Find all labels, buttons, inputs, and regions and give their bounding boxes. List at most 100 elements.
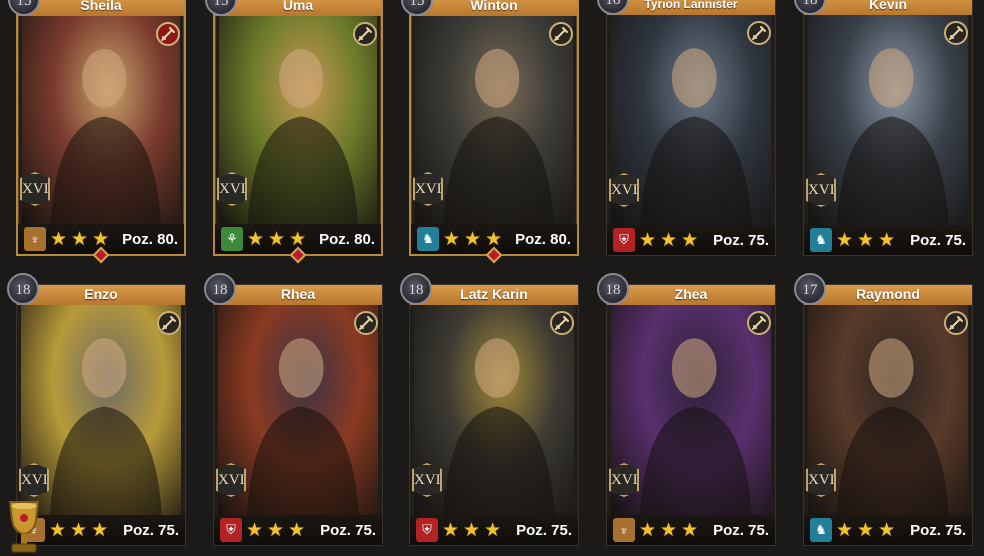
faction-icon: ♞ — [810, 518, 832, 542]
star-rating: ★ ★ ★ — [442, 521, 501, 540]
rank-badge: XVI — [412, 463, 442, 497]
sword-icon — [944, 21, 968, 45]
hero-power: Poz. 75. — [713, 231, 769, 249]
star-rating: ★ ★ ★ — [836, 521, 895, 540]
star-icon: ★ — [681, 519, 699, 541]
hero-name: Kevin — [804, 0, 972, 15]
sword-icon — [944, 311, 968, 335]
star-icon: ★ — [639, 519, 657, 541]
hero-card[interactable]: Latz Karin 18 XVI ⛨ ★ ★ ★ Poz. 75. — [400, 273, 579, 546]
star-rating: ★ ★ ★ — [836, 231, 895, 250]
hero-name: Raymond — [804, 285, 972, 305]
sword-icon — [549, 22, 573, 46]
hero-card[interactable]: Uma 15 XVI ⚘ ★ ★ ★ Poz. 80. — [205, 0, 383, 264]
star-icon: ★ — [463, 519, 481, 541]
hero-power: Poz. 75. — [320, 521, 376, 539]
star-icon: ★ — [660, 229, 678, 251]
rank-badge: XVI — [217, 172, 247, 206]
star-rating: ★ ★ ★ — [639, 231, 698, 250]
hero-power: Poz. 75. — [910, 521, 966, 539]
rank-badge: XVI — [806, 173, 836, 207]
faction-icon: ⛨ — [613, 228, 635, 252]
star-icon: ★ — [660, 519, 678, 541]
star-rating: ★ ★ ★ — [246, 521, 305, 540]
card-footer: ♆ ★ ★ ★ Poz. 75. — [607, 515, 775, 545]
hero-power: Poz. 75. — [910, 231, 966, 249]
rank-badge: XVI — [806, 463, 836, 497]
hero-card[interactable]: Kevin 18 XVI ♞ ★ ★ ★ Poz. 75. — [794, 0, 973, 256]
star-icon: ★ — [857, 519, 875, 541]
star-icon: ★ — [70, 519, 88, 541]
star-icon: ★ — [857, 229, 875, 251]
sword-icon — [156, 22, 180, 46]
hero-name: Uma — [215, 0, 381, 16]
rank-badge: XVI — [19, 463, 49, 497]
hero-grid: Sheila 15 XVI ♆ ★ ★ ★ Poz. 80. Uma 15 XVI ⚘ ★ ★ ★ Poz… — [0, 0, 984, 556]
hero-name: Sheila — [18, 0, 184, 16]
rank-badge: XVI — [413, 172, 443, 206]
hero-card[interactable]: Winton 15 XVI ♞ ★ ★ ★ Poz. 80. — [401, 0, 579, 264]
hero-name: Latz Karin — [410, 285, 578, 305]
hero-power: Poz. 80. — [515, 230, 571, 248]
star-icon: ★ — [91, 519, 109, 541]
star-icon: ★ — [442, 519, 460, 541]
card-footer: ♞ ★ ★ ★ Poz. 75. — [804, 515, 972, 545]
rank-badge: XVI — [609, 173, 639, 207]
hero-name: Zhea — [607, 285, 775, 305]
star-icon: ★ — [247, 228, 265, 250]
card-footer: ⛨ ★ ★ ★ Poz. 75. — [607, 225, 775, 255]
trophy-icon[interactable] — [0, 498, 48, 556]
star-icon: ★ — [443, 228, 461, 250]
hero-card[interactable]: Zhea 18 XVI ♆ ★ ★ ★ Poz. 75. — [597, 273, 776, 546]
star-icon: ★ — [246, 519, 264, 541]
hero-name: Tyrion Lannister — [607, 0, 775, 15]
star-icon: ★ — [464, 228, 482, 250]
star-icon: ★ — [836, 519, 854, 541]
faction-icon: ⛨ — [220, 518, 242, 542]
level-badge: 17 — [794, 273, 826, 305]
hero-power: Poz. 80. — [122, 230, 178, 248]
faction-icon: ♆ — [613, 518, 635, 542]
hero-card[interactable]: Tyrion Lannister 18 XVI ⛨ ★ ★ ★ Poz. 75. — [597, 0, 776, 256]
faction-icon: ⚘ — [221, 227, 243, 251]
card-footer: ♞ ★ ★ ★ Poz. 75. — [804, 225, 972, 255]
sword-icon — [550, 311, 574, 335]
hero-name: Rhea — [214, 285, 382, 305]
level-badge: 18 — [597, 273, 629, 305]
star-icon: ★ — [50, 228, 68, 250]
hero-name: Enzo — [17, 285, 185, 305]
star-icon: ★ — [484, 519, 502, 541]
star-icon: ★ — [288, 519, 306, 541]
hero-power: Poz. 75. — [713, 521, 769, 539]
level-badge: 18 — [400, 273, 432, 305]
sword-icon — [354, 311, 378, 335]
hero-card[interactable]: Raymond 17 XVI ♞ ★ ★ ★ Poz. 75. — [794, 273, 973, 546]
hero-power: Poz. 80. — [319, 230, 375, 248]
rank-badge: XVI — [216, 463, 246, 497]
hero-name: Winton — [411, 0, 577, 16]
star-icon: ★ — [878, 229, 896, 251]
rank-badge: XVI — [20, 172, 50, 206]
star-rating: ★ ★ ★ — [49, 521, 108, 540]
hero-card[interactable]: Sheila 15 XVI ♆ ★ ★ ★ Poz. 80. — [8, 0, 186, 264]
rank-badge: XVI — [609, 463, 639, 497]
star-icon: ★ — [836, 229, 854, 251]
star-icon: ★ — [267, 519, 285, 541]
hero-power: Poz. 75. — [516, 521, 572, 539]
level-badge: 18 — [7, 273, 39, 305]
faction-icon: ♆ — [24, 227, 46, 251]
star-icon: ★ — [268, 228, 286, 250]
level-badge: 18 — [204, 273, 236, 305]
hero-card[interactable]: Rhea 18 XVI ⛨ ★ ★ ★ Poz. 75. — [204, 273, 383, 546]
sword-icon — [353, 22, 377, 46]
sword-icon — [747, 21, 771, 45]
card-footer: ⛨ ★ ★ ★ Poz. 75. — [410, 515, 578, 545]
faction-icon: ♞ — [417, 227, 439, 251]
card-footer: ⛨ ★ ★ ★ Poz. 75. — [214, 515, 382, 545]
sword-icon — [747, 311, 771, 335]
star-icon: ★ — [49, 519, 67, 541]
sword-icon — [157, 311, 181, 335]
hero-power: Poz. 75. — [123, 521, 179, 539]
faction-icon: ♞ — [810, 228, 832, 252]
faction-icon: ⛨ — [416, 518, 438, 542]
